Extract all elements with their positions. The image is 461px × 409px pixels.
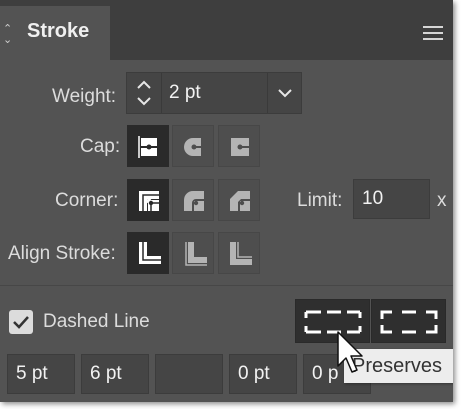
dash-field-2[interactable] bbox=[155, 354, 223, 394]
projecting-cap-icon bbox=[231, 138, 250, 156]
miter-join-button[interactable] bbox=[127, 179, 169, 221]
mouse-pointer-icon bbox=[337, 331, 363, 373]
limit-unit: x bbox=[437, 190, 447, 211]
cap-label: Cap: bbox=[80, 136, 121, 157]
dashed-line-label: Dashed Line bbox=[43, 311, 150, 332]
weight-label: Weight: bbox=[52, 86, 117, 107]
gap-field-2[interactable]: 0 pt bbox=[229, 354, 297, 394]
stroke-panel: ⌃ ⌄ Stroke Weight: 2 pt Cap: Corner: Lim… bbox=[0, 0, 453, 402]
round-cap-button[interactable] bbox=[172, 125, 214, 167]
chevron-down-icon[interactable] bbox=[268, 73, 302, 113]
butt-cap-button[interactable] bbox=[127, 125, 169, 167]
dash-align-corners-icon bbox=[380, 310, 438, 334]
weight-control: 2 pt bbox=[126, 72, 302, 114]
stroke-tab[interactable]: ⌃ ⌄ Stroke bbox=[0, 6, 110, 60]
panel-title-bar: ⌃ ⌄ Stroke bbox=[0, 0, 453, 60]
align-center-button[interactable] bbox=[127, 232, 169, 274]
align-center-icon bbox=[139, 242, 161, 264]
gap-field-1[interactable]: 6 pt bbox=[81, 354, 149, 394]
align-inside-button[interactable] bbox=[172, 232, 214, 274]
align-stroke-label: Align Stroke: bbox=[8, 243, 116, 264]
limit-label: Limit: bbox=[297, 190, 343, 211]
dash-field-1[interactable]: 5 pt bbox=[7, 354, 75, 394]
projecting-cap-button[interactable] bbox=[218, 125, 260, 167]
round-join-button[interactable] bbox=[172, 179, 214, 221]
bevel-join-button[interactable] bbox=[218, 179, 260, 221]
dashed-line-checkbox[interactable] bbox=[9, 310, 33, 334]
weight-input[interactable]: 2 pt bbox=[169, 73, 201, 113]
align-outside-icon bbox=[230, 242, 252, 265]
hamburger-menu-icon[interactable] bbox=[423, 26, 443, 40]
miter-join-icon bbox=[139, 191, 159, 211]
round-join-icon bbox=[184, 191, 204, 211]
align-dash-button[interactable] bbox=[371, 299, 446, 343]
panel-title: Stroke bbox=[27, 20, 90, 42]
section-divider bbox=[0, 285, 453, 286]
limit-input[interactable]: 10 bbox=[353, 179, 430, 219]
butt-cap-icon bbox=[138, 136, 157, 158]
weight-stepper-icon[interactable] bbox=[127, 73, 161, 113]
checkmark-icon bbox=[13, 316, 29, 329]
corner-label: Corner: bbox=[55, 190, 119, 211]
collapse-chevron-icon[interactable]: ⌃ ⌄ bbox=[3, 24, 12, 46]
bevel-join-icon bbox=[230, 191, 250, 211]
align-inside-icon bbox=[185, 242, 207, 266]
align-outside-button[interactable] bbox=[218, 232, 260, 274]
round-cap-icon bbox=[184, 138, 203, 156]
